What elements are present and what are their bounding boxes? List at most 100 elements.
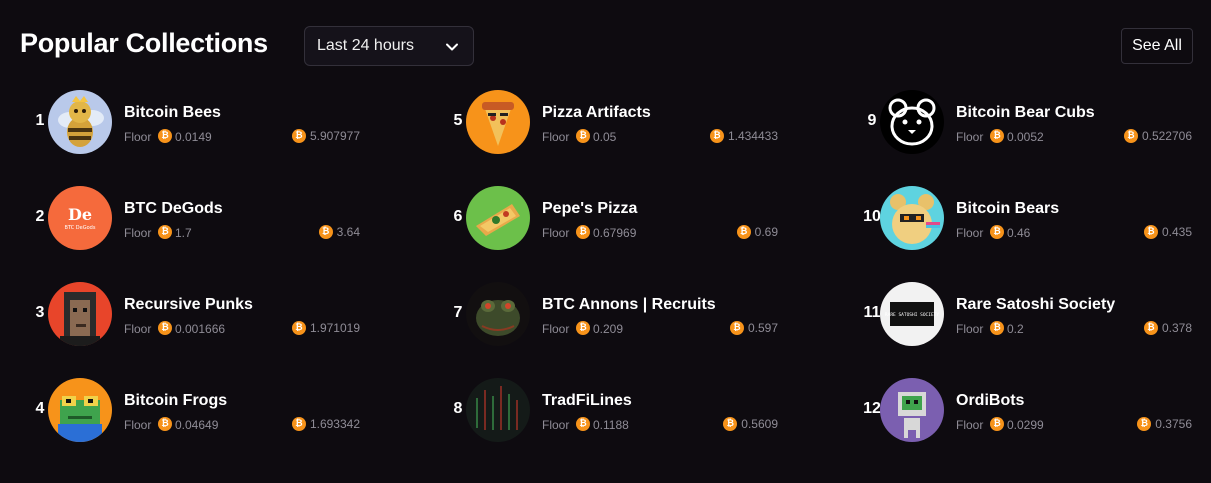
- floor-label: Floor: [542, 418, 570, 432]
- volume: ₿ 3.64: [318, 225, 360, 239]
- volume: ₿ 1.693342: [291, 417, 360, 431]
- frog-avatar-image: [48, 378, 112, 442]
- volume: ₿ 0.3756: [1137, 417, 1192, 431]
- collection-avatar: [880, 90, 944, 154]
- bear-cub-avatar-image: [880, 90, 944, 154]
- see-all-button[interactable]: See All: [1121, 28, 1193, 64]
- period-selected-value: Last 24 hours: [317, 37, 414, 54]
- floor-label: Floor: [956, 418, 984, 432]
- volume-value: 0.435: [1161, 225, 1192, 239]
- collection-item[interactable]: 9 Bitcoin Bear Cubs Floor ₿ 0.0052 ₿ 0.5…: [852, 90, 1192, 156]
- collection-name: BTC Annons | Recruits: [542, 296, 716, 313]
- collection-avatar: [880, 186, 944, 250]
- bitcoin-icon: ₿: [990, 417, 1004, 431]
- collection-name: BTC DeGods: [124, 200, 223, 217]
- bitcoin-icon: ₿: [158, 225, 172, 239]
- collection-name: Bitcoin Bear Cubs: [956, 104, 1095, 121]
- floor-price: 0.04649: [175, 418, 219, 432]
- bitcoin-icon: ₿: [1143, 225, 1158, 239]
- volume-value: 0.597: [747, 321, 778, 335]
- collection-item[interactable]: 8 TradFiLines Floor ₿ 0.1188 ₿ 0.5609: [438, 378, 778, 444]
- floor-price: 0.209: [593, 322, 624, 336]
- collection-item[interactable]: 11 RARE SATOSHI SOCIETY Rare Satoshi Soc…: [852, 282, 1192, 348]
- collection-avatar: [48, 90, 112, 154]
- floor-price: 0.1188: [593, 418, 629, 432]
- bitcoin-icon: ₿: [1123, 129, 1138, 143]
- floor-price: 0.0149: [175, 130, 212, 144]
- collection-name: Pepe's Pizza: [542, 200, 638, 217]
- avatar-logo-subtext: BTC DeGods: [65, 225, 96, 231]
- volume: ₿ 0.597: [729, 321, 778, 335]
- pepe-pizza-avatar-image: [466, 186, 530, 250]
- ordibots-avatar-image: [880, 378, 944, 442]
- collections-header: Popular Collections Last 24 hours See Al…: [0, 0, 1211, 90]
- bitcoin-icon: ₿: [1143, 321, 1158, 335]
- bitcoin-icon: ₿: [318, 225, 333, 239]
- period-dropdown[interactable]: Last 24 hours: [304, 26, 474, 66]
- volume: ₿ 1.434433: [709, 129, 778, 143]
- bitcoin-icon: ₿: [158, 129, 172, 143]
- page-title: Popular Collections: [20, 28, 268, 58]
- bitcoin-icon: ₿: [990, 129, 1004, 143]
- bee-avatar-image: [48, 90, 112, 154]
- collection-name: TradFiLines: [542, 392, 632, 409]
- collection-name: Rare Satoshi Society: [956, 296, 1116, 313]
- volume-value: 1.693342: [309, 417, 360, 431]
- collection-avatar: De BTC DeGods: [48, 186, 112, 250]
- floor-label: Floor: [542, 130, 570, 144]
- floor-label: Floor: [956, 130, 984, 144]
- bitcoin-icon: ₿: [990, 321, 1004, 335]
- volume-value: 0.522706: [1141, 129, 1192, 143]
- collection-item[interactable]: 2 De BTC DeGods BTC DeGods Floor ₿ 1.7 ₿…: [20, 186, 360, 252]
- volume: ₿ 0.5609: [723, 417, 778, 431]
- floor-price: 0.001666: [175, 322, 226, 336]
- floor-label: Floor: [542, 226, 570, 240]
- volume-value: 3.64: [336, 225, 360, 239]
- floor-label: Floor: [124, 418, 152, 432]
- bitcoin-icon: ₿: [291, 321, 306, 335]
- bitcoin-icon: ₿: [1137, 417, 1152, 431]
- volume: ₿ 0.378: [1143, 321, 1192, 335]
- pizza-artifact-avatar-image: [466, 90, 530, 154]
- collection-name: Recursive Punks: [124, 296, 253, 313]
- volume-value: 1.971019: [309, 321, 360, 335]
- collection-name: Bitcoin Bears: [956, 200, 1060, 217]
- collection-item[interactable]: 1 Bitcoin Bees Floor ₿ 0.0149 ₿ 5.907977: [20, 90, 360, 156]
- collection-item[interactable]: 5 Pizza Artifacts Floor ₿ 0.05 ₿ 1.43443…: [438, 90, 778, 156]
- collection-item[interactable]: 12 OrdiBots Floor ₿ 0.0299 ₿ 0.3756: [852, 378, 1192, 444]
- volume-value: 0.5609: [741, 417, 778, 431]
- punk-avatar-image: [48, 282, 112, 346]
- floor-label: Floor: [124, 226, 152, 240]
- bitcoin-icon: ₿: [990, 225, 1004, 239]
- annons-avatar-image: [466, 282, 530, 346]
- chevron-down-icon: [443, 38, 461, 61]
- tradfilines-avatar-image: [466, 378, 530, 442]
- volume-value: 5.907977: [309, 129, 360, 143]
- collection-item[interactable]: 6 Pepe's Pizza Floor ₿ 0.67969 ₿ 0.69: [438, 186, 778, 252]
- collection-item[interactable]: 3 Recursive Punks Floor ₿ 0.001666 ₿ 1.9…: [20, 282, 360, 348]
- collection-item[interactable]: 7 BTC Annons | Recruits Floor ₿ 0.209 ₿ …: [438, 282, 778, 348]
- bitcoin-icon: ₿: [736, 225, 751, 239]
- floor-price: 0.2: [1007, 322, 1024, 336]
- volume-value: 0.3756: [1155, 417, 1192, 431]
- floor-label: Floor: [542, 322, 570, 336]
- floor-label: Floor: [124, 130, 152, 144]
- collection-item[interactable]: 4 Bitcoin Frogs Floor ₿ 0.04649 ₿ 1.6933…: [20, 378, 360, 444]
- collection-avatar: [466, 186, 530, 250]
- volume-value: 0.69: [754, 225, 778, 239]
- floor-price: 1.7: [175, 226, 192, 240]
- avatar-logo-text: De: [68, 205, 92, 224]
- bitcoin-icon: ₿: [158, 417, 172, 431]
- avatar-logo-text: RARE SATOSHI SOCIETY: [885, 312, 939, 318]
- volume-value: 1.434433: [727, 129, 778, 143]
- bitcoin-icon: ₿: [576, 225, 590, 239]
- collection-name: Bitcoin Bees: [124, 104, 221, 121]
- collection-avatar: [880, 378, 944, 442]
- bitcoin-icon: ₿: [709, 129, 724, 143]
- collection-avatar: [466, 282, 530, 346]
- volume: ₿ 0.69: [736, 225, 778, 239]
- collection-avatar: [48, 378, 112, 442]
- bitcoin-icon: ₿: [723, 417, 738, 431]
- floor-label: Floor: [956, 226, 984, 240]
- collection-item[interactable]: 10 Bitcoin Bears Floor ₿ 0.46 ₿ 0.435: [852, 186, 1192, 252]
